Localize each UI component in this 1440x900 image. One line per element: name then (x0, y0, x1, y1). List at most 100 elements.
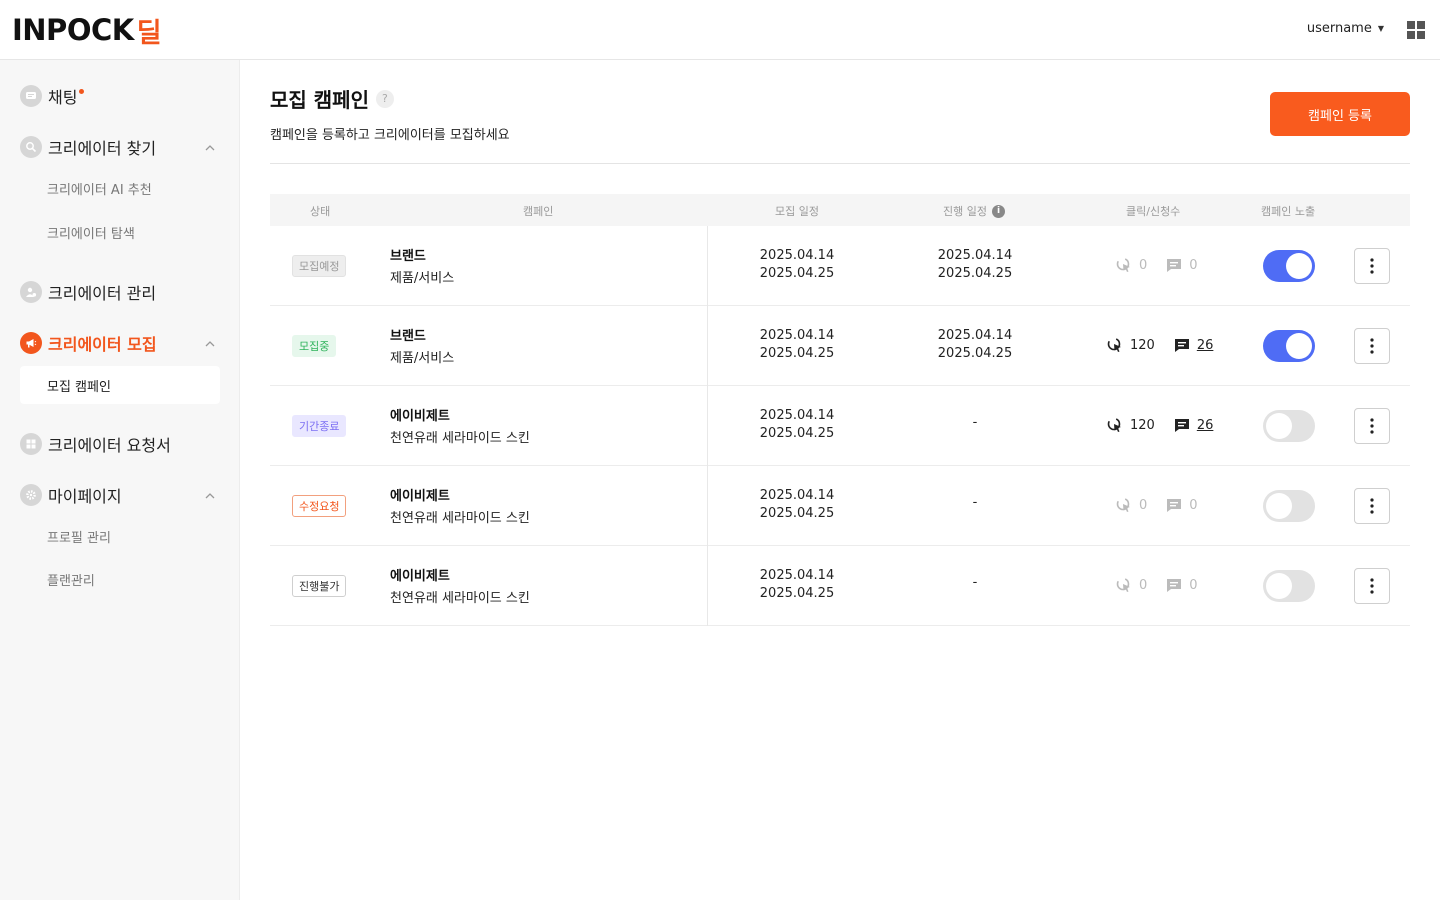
message-icon (1167, 499, 1182, 512)
exposure-toggle[interactable] (1263, 490, 1315, 522)
recruit-period: 2025.04.14 2025.04.25 (737, 487, 857, 523)
more-vertical-icon (1370, 498, 1374, 514)
message-icon (1174, 419, 1189, 432)
people-icon (20, 281, 42, 303)
campaign-brand[interactable]: 에이비제트 (390, 565, 450, 584)
progress-end: 2025.04.25 (937, 266, 1013, 281)
divider (270, 163, 1410, 164)
recruit-start: 2025.04.14 (759, 328, 835, 343)
status-badge: 진행불가 (292, 575, 347, 597)
more-options-button[interactable] (1354, 248, 1390, 284)
progress-period: 2025.04.14 2025.04.25 (915, 247, 1035, 283)
sidebar-item-label: 채팅 (48, 88, 78, 107)
more-vertical-icon (1370, 578, 1374, 594)
username-label: username (1306, 21, 1372, 36)
status-badge: 모집중 (292, 335, 337, 357)
notification-dot (79, 88, 85, 94)
more-options-button[interactable] (1354, 488, 1390, 524)
status-badge: 수정요청 (292, 495, 347, 517)
campaign-brand[interactable]: 에이비제트 (390, 405, 450, 424)
apply-count: 0 (1189, 577, 1198, 593)
more-options-button[interactable] (1354, 568, 1390, 604)
table-row: 모집중 브랜드 제품/서비스 2025.04.14 2025.04.25 202… (270, 306, 1410, 386)
header-progress-period: 진행 일정 i (943, 203, 1005, 219)
sidebar-subitem-plan[interactable]: 플랜관리 (47, 570, 95, 589)
grid-icon[interactable] (1407, 21, 1425, 39)
exposure-toggle[interactable] (1263, 330, 1315, 362)
click-apply-stats: 0 0 (1115, 576, 1198, 594)
click-apply-stats: 0 0 (1115, 496, 1198, 514)
progress-start: 2025.04.14 (937, 328, 1013, 343)
exposure-toggle[interactable] (1263, 410, 1315, 442)
sidebar-item-label: 크리에이터 관리 (48, 284, 157, 303)
sidebar-item-mypage[interactable]: 마이페이지 (20, 483, 122, 507)
recruit-start: 2025.04.14 (759, 488, 835, 503)
sidebar-item-label: 크리에이터 모집 (48, 335, 157, 354)
campaign-product: 천연유래 세라마이드 스킨 (390, 511, 530, 526)
more-options-button[interactable] (1354, 408, 1390, 444)
campaign-product: 제품/서비스 (390, 271, 455, 286)
table-header: 상태 캠페인 모집 일정 진행 일정 i 클릭/신청수 캠페인 노출 (270, 194, 1410, 226)
chevron-up-icon[interactable] (204, 142, 216, 154)
campaign-product: 천연유래 세라마이드 스킨 (390, 591, 530, 606)
click-count: 0 (1139, 497, 1148, 513)
progress-period-empty: - (972, 415, 978, 430)
more-vertical-icon (1370, 418, 1374, 434)
help-icon[interactable]: ? (375, 89, 394, 108)
sidebar-subitem-ai-recommend[interactable]: 크리에이터 AI 추천 (47, 179, 152, 198)
sidebar-item-label: 크리에이터 찾기 (48, 139, 157, 158)
header-clicks-applies: 클릭/신청수 (1126, 205, 1181, 218)
info-icon[interactable]: i (991, 204, 1005, 218)
table-row: 진행불가 에이비제트 천연유래 세라마이드 스킨 2025.04.14 2025… (270, 546, 1410, 626)
progress-period: 2025.04.14 2025.04.25 (915, 327, 1035, 363)
progress-start: 2025.04.14 (937, 248, 1013, 263)
header-status: 상태 (310, 205, 331, 218)
gear-icon (20, 484, 42, 506)
recruit-start: 2025.04.14 (759, 568, 835, 583)
campaign-brand[interactable]: 브랜드 (390, 245, 426, 264)
recruit-end: 2025.04.25 (759, 506, 835, 521)
table-row: 모집예정 브랜드 제품/서비스 2025.04.14 2025.04.25 20… (270, 226, 1410, 306)
apply-count-link[interactable]: 26 (1197, 338, 1214, 353)
sidebar-item-label: 크리에이터 요청서 (48, 436, 171, 455)
apply-count-link[interactable]: 26 (1197, 418, 1214, 433)
sidebar-item-request-creator[interactable]: 크리에이터 요청서 (20, 432, 171, 456)
logo[interactable]: INPOCK 딜 (12, 13, 162, 49)
campaign-brand[interactable]: 에이비제트 (390, 485, 450, 504)
progress-end: 2025.04.25 (937, 346, 1013, 361)
table-row: 기간종료 에이비제트 천연유래 세라마이드 스킨 2025.04.14 2025… (270, 386, 1410, 466)
more-options-button[interactable] (1354, 328, 1390, 364)
sidebar-subitem-recruit-campaign[interactable]: 모집 캠페인 (20, 366, 220, 404)
column-divider (707, 386, 708, 466)
sidebar-item-chat[interactable]: 채팅 (20, 84, 85, 108)
click-count: 0 (1139, 577, 1148, 593)
recruit-period: 2025.04.14 2025.04.25 (737, 567, 857, 603)
sidebar-item-label: 마이페이지 (48, 487, 122, 506)
sidebar-item-find-creator[interactable]: 크리에이터 찾기 (20, 135, 156, 159)
more-vertical-icon (1370, 338, 1374, 354)
click-count: 120 (1130, 337, 1155, 353)
recruit-end: 2025.04.25 (759, 426, 835, 441)
recruit-end: 2025.04.25 (759, 586, 835, 601)
column-divider (707, 546, 708, 626)
campaign-brand[interactable]: 브랜드 (390, 325, 426, 344)
click-icon (1116, 497, 1130, 512)
progress-period-empty: - (972, 495, 978, 510)
message-icon (1174, 339, 1189, 352)
sidebar-subitem-explore[interactable]: 크리에이터 탐색 (47, 223, 135, 242)
recruit-period: 2025.04.14 2025.04.25 (737, 327, 857, 363)
sidebar-item-recruit-creator[interactable]: 크리에이터 모집 (20, 331, 157, 355)
exposure-toggle[interactable] (1263, 570, 1315, 602)
click-apply-stats: 0 0 (1115, 256, 1198, 274)
user-menu[interactable]: username ▼ (1307, 21, 1384, 36)
chevron-up-icon[interactable] (204, 338, 216, 350)
chevron-up-icon[interactable] (204, 490, 216, 502)
sidebar-item-manage-creator[interactable]: 크리에이터 관리 (20, 280, 156, 304)
register-campaign-button[interactable]: 캠페인 등록 (1270, 92, 1410, 136)
exposure-toggle[interactable] (1263, 250, 1315, 282)
sidebar-subitem-profile[interactable]: 프로필 관리 (47, 527, 111, 546)
column-divider (707, 226, 708, 306)
recruit-start: 2025.04.14 (759, 248, 835, 263)
search-icon (20, 136, 42, 158)
table-row: 수정요청 에이비제트 천연유래 세라마이드 스킨 2025.04.14 2025… (270, 466, 1410, 546)
